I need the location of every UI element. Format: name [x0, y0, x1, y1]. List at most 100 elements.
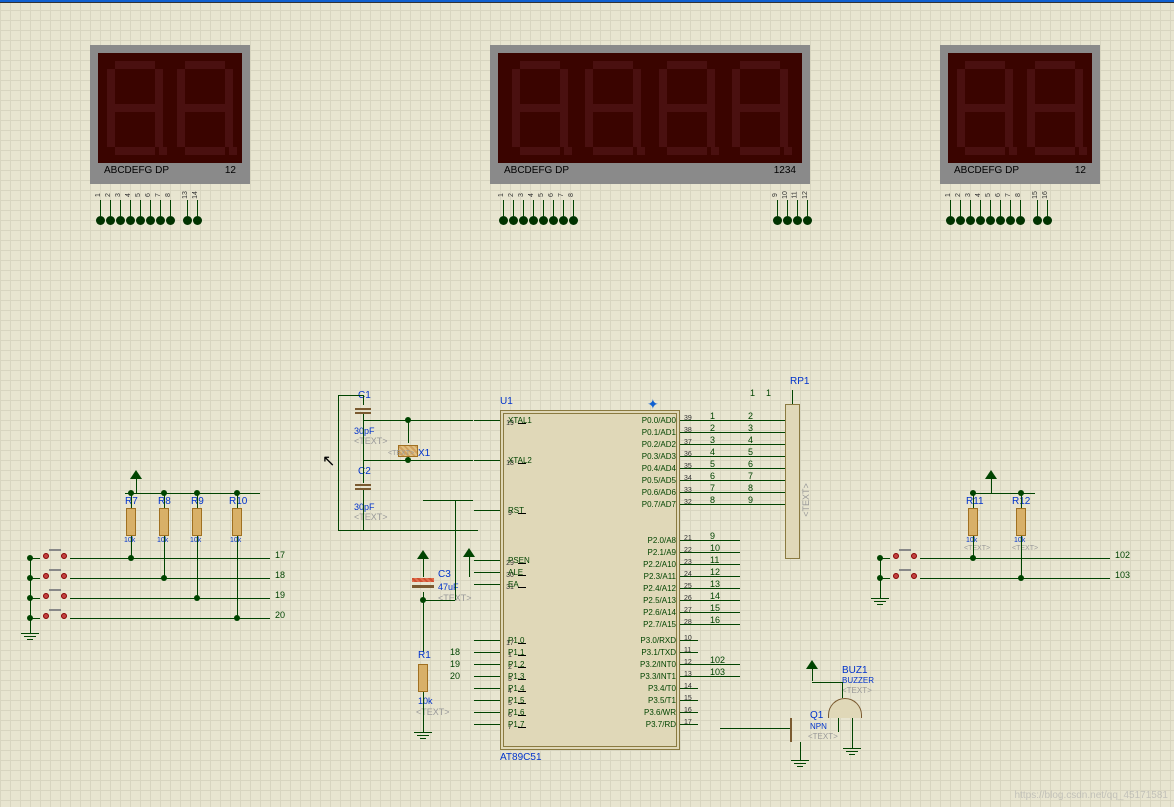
r12-text: <TEXT> — [1012, 545, 1038, 552]
res-r8[interactable] — [159, 508, 169, 536]
wire — [70, 618, 270, 619]
transistor-q1[interactable] — [790, 718, 792, 742]
wire — [740, 468, 785, 469]
pin-name: P3.1/TXD — [620, 648, 676, 657]
wire — [338, 395, 363, 396]
wire — [474, 560, 500, 561]
net-label: 19 — [450, 659, 460, 669]
res-r12[interactable] — [1016, 508, 1026, 536]
wire — [164, 536, 165, 578]
cap-c3[interactable] — [412, 578, 434, 592]
wire — [720, 728, 790, 729]
res-r7[interactable] — [126, 508, 136, 536]
pin-name: P0.5/AD5 — [620, 476, 676, 485]
c1-text: <TEXT> — [354, 436, 388, 446]
pin-name: P2.3/A11 — [620, 572, 676, 581]
pin-name: P1.3 — [508, 672, 524, 681]
gnd-left-btns — [21, 633, 39, 640]
wire — [852, 732, 853, 748]
wire — [197, 536, 198, 598]
net-18: 18 — [275, 570, 285, 580]
wire — [474, 460, 500, 461]
wire — [740, 492, 785, 493]
wire — [800, 742, 801, 760]
wire — [363, 420, 364, 475]
pin-name: P1.7 — [508, 720, 524, 729]
wire — [1021, 536, 1022, 578]
wire — [812, 669, 813, 681]
button-s6[interactable] — [890, 573, 920, 583]
pin-name: P2.7/A15 — [620, 620, 676, 629]
net-label: 15 — [710, 603, 720, 613]
pin-name: P1.0 — [508, 636, 524, 645]
display-2digit-left[interactable]: ABCDEFG DP 12 — [90, 45, 250, 184]
res-r10[interactable] — [232, 508, 242, 536]
junction — [970, 490, 976, 496]
pin-name: P3.5/T1 — [620, 696, 676, 705]
wire — [363, 475, 364, 483]
buzzer[interactable] — [828, 698, 862, 718]
pin-name: P0.6/AD6 — [620, 488, 676, 497]
wire — [740, 432, 785, 433]
button-s3[interactable] — [40, 593, 70, 603]
res-r1[interactable] — [418, 664, 428, 692]
wire — [920, 578, 1110, 579]
button-s2[interactable] — [40, 573, 70, 583]
pin-name: XTAL1 — [508, 416, 532, 425]
rp1-text: <TEXT> — [801, 483, 811, 517]
junction — [194, 595, 200, 601]
pin-name: P3.0/RXD — [620, 636, 676, 645]
disp-right-segs: ABCDEFG DP — [954, 165, 1019, 176]
wire — [423, 692, 424, 732]
net-label: 103 — [710, 667, 725, 677]
vcc-ea — [463, 548, 475, 557]
junction — [27, 615, 33, 621]
junction — [1018, 490, 1024, 496]
c2-ref: C2 — [358, 466, 371, 477]
rpack-rp1[interactable] — [785, 404, 800, 559]
button-s5[interactable] — [890, 553, 920, 563]
disp-left-segs: ABCDEFG DP — [104, 165, 169, 176]
net-103: 103 — [1115, 570, 1130, 580]
wire — [474, 676, 500, 677]
junction — [128, 490, 134, 496]
junction — [27, 555, 33, 561]
display-4digit-mid[interactable]: ABCDEFG DP 1234 — [490, 45, 810, 184]
pin-name: P3.2/INT0 — [620, 660, 676, 669]
junction — [194, 490, 200, 496]
pin-name: P1.6 — [508, 708, 524, 717]
wire — [423, 559, 424, 577]
net-label: 6 — [710, 471, 715, 481]
net-17: 17 — [275, 550, 285, 560]
wire — [408, 420, 409, 443]
pins-right-seg: 1 2 3 4 5 6 7 8 — [945, 190, 1025, 225]
pin-name: P2.1/A9 — [620, 548, 676, 557]
pin-name: P1.5 — [508, 696, 524, 705]
pin-name: P2.6/A14 — [620, 608, 676, 617]
pin-name: RST — [508, 506, 524, 515]
r1-text: <TEXT> — [416, 707, 450, 717]
wire — [740, 420, 785, 421]
net-label: 102 — [710, 655, 725, 665]
vcc-right-btns — [985, 470, 997, 479]
button-s4[interactable] — [40, 613, 70, 623]
net-label: 14 — [710, 591, 720, 601]
wire — [338, 530, 478, 531]
net-label: 3 — [710, 435, 715, 445]
wire — [991, 479, 992, 493]
pin-name: P0.7/AD7 — [620, 500, 676, 509]
wire — [740, 504, 785, 505]
r11-text: <TEXT> — [964, 545, 990, 552]
wire — [680, 724, 698, 725]
display-2digit-right[interactable]: ABCDEFG DP 12 — [940, 45, 1100, 184]
net-label: 9 — [710, 531, 715, 541]
junction — [877, 555, 883, 561]
pin-name: P1.1 — [508, 648, 524, 657]
wire — [474, 572, 500, 573]
r8-val: 10k — [157, 537, 168, 544]
button-s1[interactable] — [40, 553, 70, 563]
res-r11[interactable] — [968, 508, 978, 536]
res-r9[interactable] — [192, 508, 202, 536]
wire — [740, 456, 785, 457]
wire — [237, 536, 238, 618]
